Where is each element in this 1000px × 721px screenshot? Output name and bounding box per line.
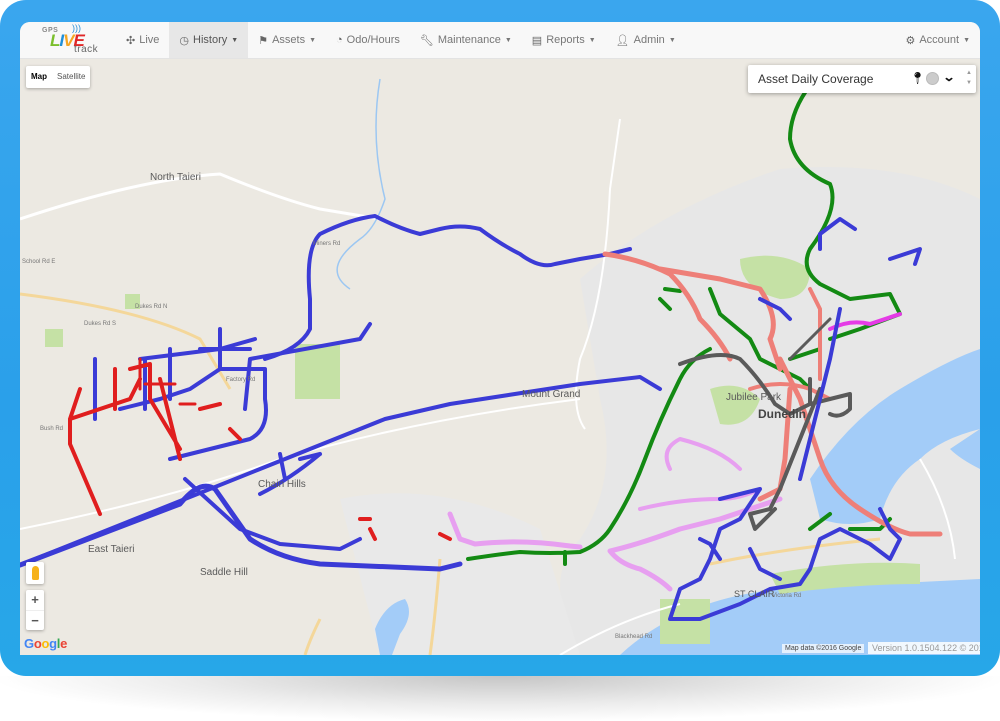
road-label: Miners Rd — [313, 241, 341, 247]
nav-assets-label: Assets — [272, 34, 306, 46]
gauge-icon: ◔ — [336, 34, 343, 46]
nav-assets[interactable]: ⚑ Assets ▼ — [248, 22, 326, 58]
flag-icon: ⚑ — [258, 34, 269, 47]
nav-odo-hours-label: Odo/Hours — [346, 34, 400, 46]
zoom-control: + − — [26, 590, 44, 630]
park — [295, 344, 340, 399]
zoom-in-button[interactable]: + — [26, 590, 44, 611]
place-label: East Taieri — [88, 544, 135, 555]
road-label: Blackhead Rd — [615, 634, 653, 640]
place-label: ST CLAIR — [734, 589, 775, 599]
gear-icon: ⚙ — [905, 34, 916, 47]
road-label: Factory Rd — [226, 377, 256, 383]
panel-title: Asset Daily Coverage — [758, 72, 874, 86]
place-label: Mount Grand — [522, 389, 581, 400]
map-type-control: Map Satellite — [26, 66, 91, 88]
map-type-map-button[interactable]: Map — [26, 66, 52, 88]
road-label: Victoria Rd — [772, 593, 802, 599]
nav-reports-label: Reports — [546, 34, 585, 46]
road-label: Dukes Rd S — [84, 321, 117, 327]
nav-history[interactable]: ◷ History ▼ — [169, 22, 249, 58]
crosshair-icon: ✣ — [126, 34, 136, 47]
nav-history-label: History — [193, 34, 228, 46]
nav-reports[interactable]: ▤ Reports ▼ — [522, 22, 606, 58]
map-type-satellite-button[interactable]: Satellite — [52, 66, 90, 88]
clock-icon: ◷ — [179, 34, 190, 47]
caret-down-icon: ▼ — [588, 36, 596, 44]
wrench-icon: 🔧︎ — [419, 34, 434, 47]
nav-account[interactable]: ⚙ Account ▼ — [895, 22, 980, 58]
city-label: Dunedin — [758, 407, 806, 421]
caret-down-icon: ▼ — [231, 36, 239, 44]
pegman-icon — [31, 566, 39, 580]
user-icon: 👤︎ — [615, 34, 630, 47]
road-label: Bush Rd — [40, 426, 64, 432]
nav-account-label: Account — [919, 34, 960, 46]
nav-admin-label: Admin — [633, 34, 665, 46]
zoom-out-button[interactable]: − — [26, 611, 44, 631]
globe-icon[interactable] — [926, 72, 939, 85]
caret-down-icon: ▼ — [668, 36, 676, 44]
nav-odo-hours[interactable]: ◔ Odo/Hours — [326, 22, 410, 58]
caret-down-icon: ▼ — [963, 36, 970, 44]
logo-track-text: track — [74, 44, 99, 55]
park — [660, 599, 710, 644]
park — [45, 329, 63, 347]
caret-down-icon: ▼ — [504, 36, 512, 44]
place-label: Jubilee Park — [726, 392, 782, 403]
nav-admin[interactable]: 👤︎ Admin ▼ — [606, 22, 686, 58]
place-label: Saddle Hill — [200, 567, 248, 578]
nav-live-label: Live — [139, 34, 160, 46]
place-label: North Taieri — [150, 172, 201, 183]
nav-maintenance[interactable]: 🔧︎ Maintenance ▼ — [410, 22, 522, 58]
map-canvas[interactable]: North Taieri Mount Grand Chain Hills Sad… — [20, 59, 980, 655]
road-label: Dukes Rd N — [135, 304, 168, 310]
asset-daily-coverage-panel: Asset Daily Coverage 📍︎ ⌄ ▲ ▼ — [748, 65, 976, 93]
gps-live-track-logo[interactable]: GPS ))) LIVE track — [20, 22, 116, 58]
street-view-pegman[interactable] — [26, 562, 44, 584]
caret-down-icon: ▼ — [309, 36, 317, 44]
report-icon: ▤ — [531, 34, 543, 47]
place-label: Chain Hills — [258, 479, 306, 490]
map-marker-icon[interactable]: 📍︎ — [910, 71, 925, 85]
nav-maintenance-label: Maintenance — [437, 34, 501, 46]
version-label: Version 1.0.1504.122 © 201 — [868, 642, 980, 654]
map-attribution[interactable]: Map data ©2016 Google — [782, 644, 865, 653]
app-window: GPS ))) LIVE track ✣ Live ◷ History ▼ ⚑ Asse… — [20, 22, 980, 655]
frame-shadow — [0, 676, 1000, 721]
road-label: School Rd E — [22, 259, 56, 265]
nav-live[interactable]: ✣ Live — [116, 22, 169, 58]
top-navbar: GPS ))) LIVE track ✣ Live ◷ History ▼ ⚑ Asse… — [20, 22, 980, 59]
chevron-down-icon[interactable]: ⌄ — [942, 70, 955, 84]
google-logo[interactable]: Google — [24, 636, 67, 651]
panel-scrollbar[interactable]: ▲ ▼ — [966, 68, 972, 88]
map-layer — [20, 59, 980, 655]
